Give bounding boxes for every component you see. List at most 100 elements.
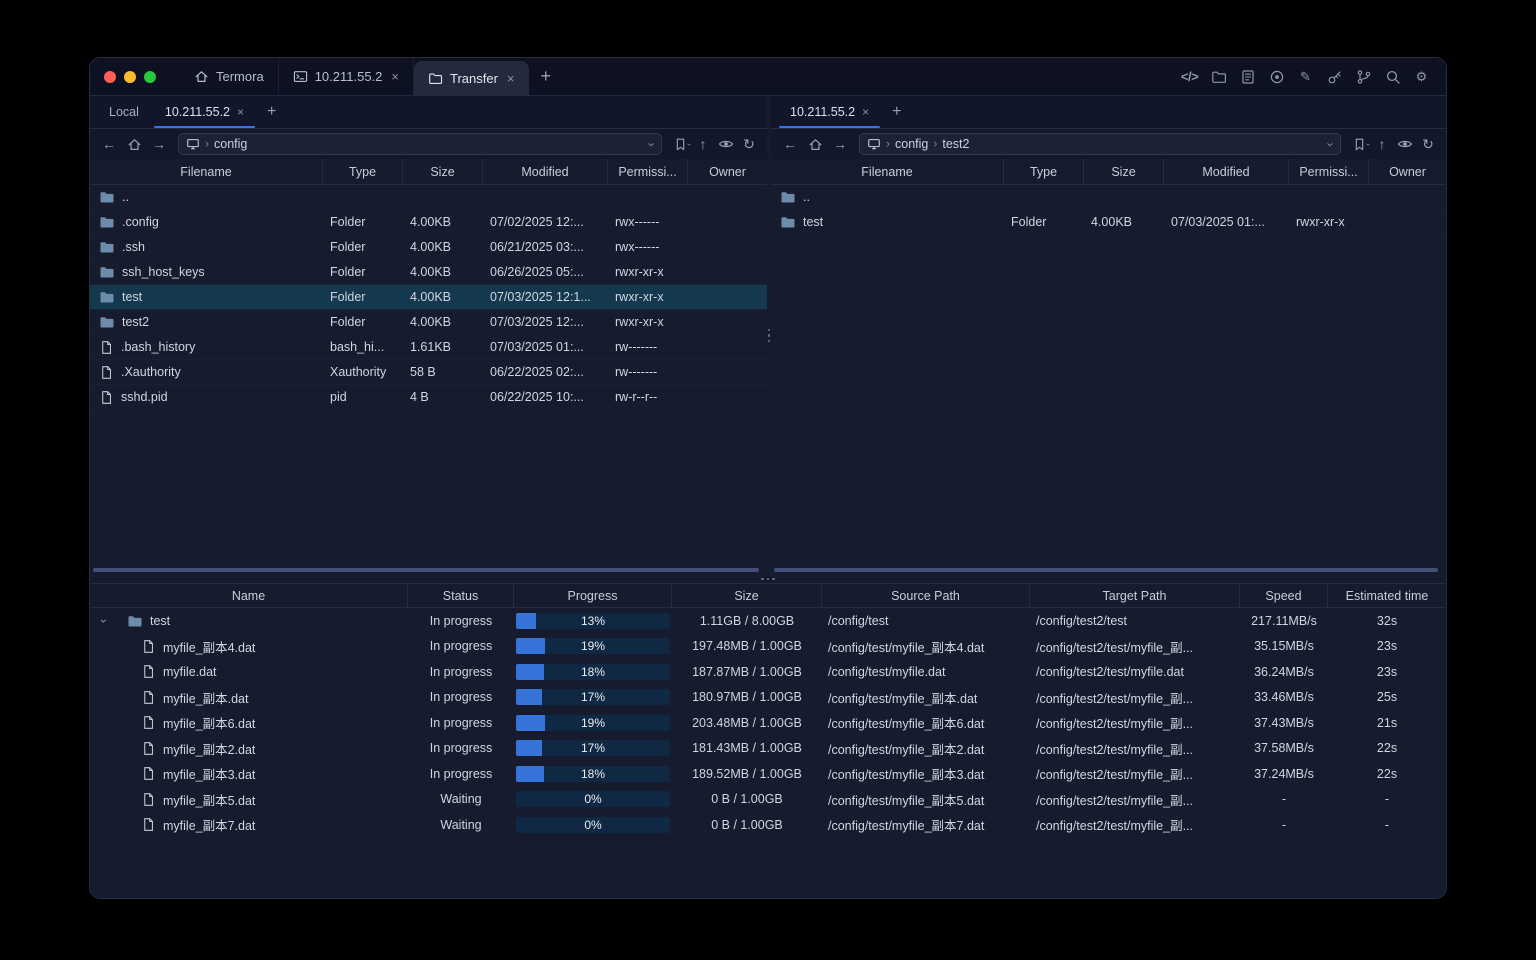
show-hidden-eye-icon[interactable] [715,132,737,156]
column-header-modified[interactable]: Modified [1164,159,1289,184]
column-header-name[interactable]: Name [90,584,408,607]
refresh-icon[interactable]: ↻ [738,132,760,156]
new-panel-tab-button[interactable]: + [882,96,911,128]
column-header-type[interactable]: Type [323,159,403,184]
file-row[interactable]: ssh_host_keys Folder 4.00KB 06/26/2025 0… [90,260,767,285]
horizontal-scrollbar[interactable] [93,568,759,572]
transfer-row[interactable]: myfile.dat In progress 18% 187.87MB / 1.… [90,659,1446,685]
home-icon[interactable] [803,132,827,156]
file-row[interactable]: .config Folder 4.00KB 07/02/2025 12:... … [90,210,767,235]
column-header-permissions[interactable]: Permissi... [1289,159,1369,184]
bookmark-dropdown-icon[interactable]: › [1364,143,1373,146]
bookmark-dropdown-icon[interactable]: › [685,143,694,146]
new-panel-tab-button[interactable]: + [257,96,286,128]
breadcrumb-segment[interactable]: config [895,137,928,151]
app-tab-termora[interactable]: Termora [180,58,279,95]
transfer-speed: 33.46MB/s [1254,690,1314,705]
file-row[interactable]: .Xauthority Xauthority 58 B 06/22/2025 0… [90,360,767,385]
close-tab-icon[interactable]: × [507,71,515,86]
chevron-down-icon[interactable]: › [645,142,660,146]
file-row[interactable]: test Folder 4.00KB 07/03/2025 01:... rwx… [771,210,1446,235]
column-header-progress[interactable]: Progress [514,584,672,607]
horizontal-scrollbar[interactable] [774,568,1438,572]
branch-icon[interactable] [1355,68,1372,85]
path-breadcrumb-input[interactable]: › config › test2 › [859,133,1342,155]
column-header-owner[interactable]: Owner [1369,159,1446,184]
transfer-row[interactable]: myfile_副本4.dat In progress 19% 197.48MB … [90,634,1446,660]
breadcrumb-segment[interactable]: test2 [942,137,969,151]
forward-arrow-icon[interactable]: → [828,132,852,156]
app-tab-transfer[interactable]: Transfer × [414,61,529,95]
code-icon[interactable]: </> [1181,68,1199,85]
transfer-row[interactable]: myfile_副本7.dat Waiting 0% 0 B / 1.00GB /… [90,812,1446,838]
path-breadcrumb-input[interactable]: › config › [178,133,663,155]
file-type: Folder [330,265,366,279]
transfer-row[interactable]: myfile_副本5.dat Waiting 0% 0 B / 1.00GB /… [90,787,1446,813]
close-window-button[interactable] [104,70,116,83]
new-app-tab-button[interactable]: + [529,58,564,95]
column-header-filename[interactable]: Filename [90,159,323,184]
transfer-size: 180.97MB / 1.00GB [692,690,802,705]
transfer-speed: 37.58MB/s [1254,741,1314,756]
forward-arrow-icon[interactable]: → [147,132,171,156]
file-permissions: rw------- [615,340,658,354]
app-tab-host[interactable]: 10.211.55.2 × [279,58,414,95]
chevron-down-icon[interactable]: › [1324,142,1339,146]
close-tab-icon[interactable]: × [391,69,399,84]
file-row[interactable]: test2 Folder 4.00KB 07/03/2025 12:... rw… [90,310,767,335]
file-row[interactable]: .. [90,185,767,210]
column-header-type[interactable]: Type [1004,159,1084,184]
column-header-status[interactable]: Status [408,584,514,607]
key-icon[interactable] [1326,68,1343,85]
record-icon[interactable] [1268,68,1285,85]
column-header-owner[interactable]: Owner [688,159,767,184]
column-header-modified[interactable]: Modified [483,159,608,184]
transfer-row[interactable]: myfile_副本3.dat In progress 18% 189.52MB … [90,761,1446,787]
column-header-size[interactable]: Size [1084,159,1164,184]
transfer-row[interactable]: › test In progress 13% 1.11GB / 8.00GB /… [90,608,1446,634]
refresh-icon[interactable]: ↻ [1417,132,1439,156]
column-header-size[interactable]: Size [672,584,822,607]
upload-arrow-icon[interactable]: ↑ [692,132,714,156]
transfer-row[interactable]: myfile_副本6.dat In progress 19% 203.48MB … [90,710,1446,736]
file-name: .Xauthority [121,365,181,379]
expand-chevron-icon[interactable]: › [97,613,111,629]
back-arrow-icon[interactable]: ← [97,132,121,156]
file-permissions: rwxr-xr-x [615,290,664,304]
file-row[interactable]: .. [771,185,1446,210]
zoom-window-button[interactable] [144,70,156,83]
minimize-window-button[interactable] [124,70,136,83]
back-arrow-icon[interactable]: ← [778,132,802,156]
tab-local[interactable]: Local [96,96,152,128]
breadcrumb-segment[interactable]: config [214,137,247,151]
file-row[interactable]: test Folder 4.00KB 07/03/2025 12:1... rw… [90,285,767,310]
show-hidden-eye-icon[interactable] [1394,132,1416,156]
close-tab-icon[interactable]: × [862,105,869,119]
column-header-source-path[interactable]: Source Path [822,584,1030,607]
transfer-row[interactable]: myfile_副本2.dat In progress 17% 181.43MB … [90,736,1446,762]
pencil-icon[interactable]: ✎ [1297,68,1314,85]
settings-gear-icon[interactable]: ⚙ [1413,68,1430,85]
journal-icon[interactable] [1239,68,1256,85]
upload-arrow-icon[interactable]: ↑ [1371,132,1393,156]
column-header-estimated-time[interactable]: Estimated time [1328,584,1446,607]
tab-remote-host[interactable]: 10.211.55.2 × [152,96,257,128]
file-row[interactable]: .ssh Folder 4.00KB 06/21/2025 03:... rwx… [90,235,767,260]
horizontal-splitter[interactable] [90,575,1446,583]
close-tab-icon[interactable]: × [237,105,244,119]
transfer-list: › test In progress 13% 1.11GB / 8.00GB /… [90,608,1446,898]
folder-icon [99,239,115,255]
transfer-row[interactable]: myfile_副本.dat In progress 17% 180.97MB /… [90,685,1446,711]
home-icon[interactable] [122,132,146,156]
column-header-filename[interactable]: Filename [771,159,1004,184]
folder-icon[interactable] [1210,68,1227,85]
file-row[interactable]: sshd.pid pid 4 B 06/22/2025 10:... rw-r-… [90,385,767,410]
search-icon[interactable] [1384,68,1401,85]
tab-remote-host[interactable]: 10.211.55.2 × [777,96,882,128]
column-header-target-path[interactable]: Target Path [1030,584,1240,607]
file-row[interactable]: .bash_history bash_hi... 1.61KB 07/03/20… [90,335,767,360]
column-header-size[interactable]: Size [403,159,483,184]
file-icon [141,690,156,705]
column-header-permissions[interactable]: Permissi... [608,159,688,184]
column-header-speed[interactable]: Speed [1240,584,1328,607]
